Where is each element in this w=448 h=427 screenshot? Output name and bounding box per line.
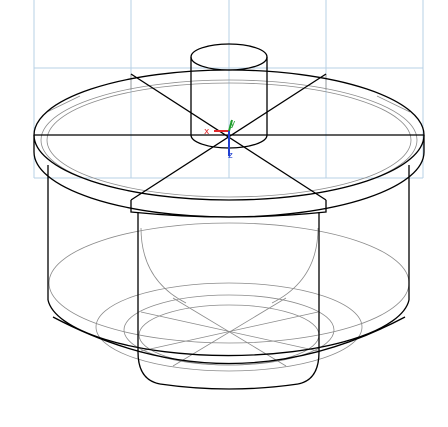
bowl-curve [271, 227, 319, 304]
body-base-edge [52, 316, 406, 365]
3d-viewport[interactable]: x y z [0, 0, 448, 427]
lid-front-band [130, 200, 327, 218]
x-axis-label: x [204, 127, 210, 137]
front-leg-edge [297, 212, 320, 385]
z-axis-label: z [228, 151, 233, 161]
body-bottom-edge [47, 299, 410, 357]
base-front-edge [159, 383, 299, 390]
y-axis-label: y [230, 119, 236, 129]
base-ring-edge [95, 282, 363, 372]
axis-gizmo: x y z [204, 119, 236, 161]
base-ring-edge [123, 294, 335, 366]
lid-chamfer [376, 95, 411, 113]
